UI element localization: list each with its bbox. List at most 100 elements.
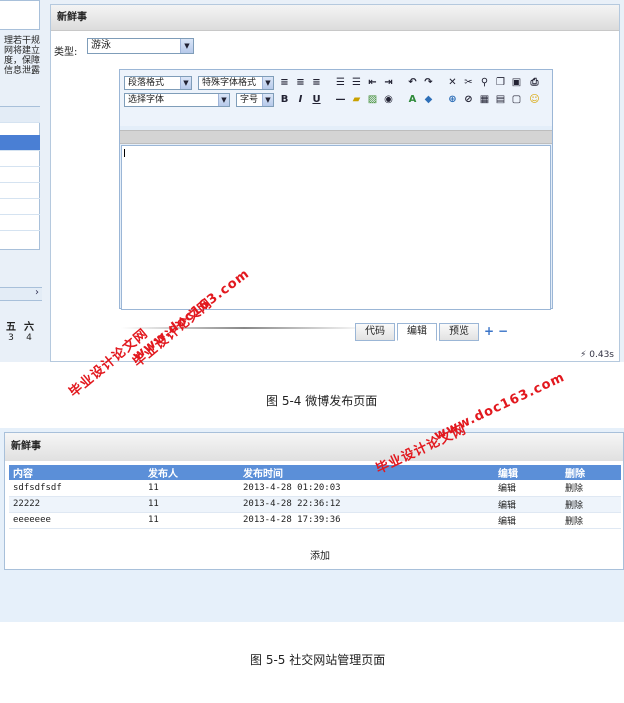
- bullet-list-icon[interactable]: ☰: [334, 76, 347, 89]
- editor-toolbar: 段落格式 ▼ 特殊字体格式 ▼ ≡ ≡ ≡ ☰ ☰ ⇤ ⇥ ↶ ↷ ✕ ✂ ⚲: [120, 70, 552, 126]
- sidebar-item[interactable]: [0, 167, 40, 183]
- redo-icon[interactable]: ↷: [422, 76, 435, 89]
- sidebar-list-header: [0, 107, 40, 123]
- paragraph-format-value: 段落格式: [128, 78, 165, 88]
- print-icon[interactable]: ⎙: [528, 76, 541, 89]
- table-row: sdfsdfsdf 11 2013-4-28 01:20:03 编辑 删除: [9, 480, 621, 497]
- column-header: 编辑: [494, 465, 561, 480]
- font-family-value: 选择字体: [128, 95, 165, 105]
- edit-link[interactable]: 编辑: [494, 496, 561, 513]
- layer-icon[interactable]: ▤: [494, 93, 507, 106]
- collapse-icon[interactable]: −: [497, 325, 509, 337]
- news-management-panel: 新鲜事 内容 发布人 发布时间 编辑 删除 sdfsdfsdf 11 2013-…: [4, 432, 624, 570]
- column-header: 内容: [9, 465, 144, 480]
- editor-text-area[interactable]: [121, 145, 551, 310]
- media-icon[interactable]: ◉: [382, 93, 395, 106]
- calendar-date[interactable]: 3: [2, 333, 20, 343]
- notice-line: 理若干规: [3, 36, 40, 46]
- outdent-icon[interactable]: ⇤: [366, 76, 379, 89]
- delete-link[interactable]: 删除: [561, 496, 621, 513]
- special-font-select[interactable]: 特殊字体格式 ▼: [198, 76, 274, 90]
- bold-button[interactable]: B: [278, 93, 291, 106]
- sidebar-item[interactable]: [0, 215, 40, 231]
- expand-icon[interactable]: +: [483, 325, 495, 337]
- find-icon[interactable]: ⚲: [478, 76, 491, 89]
- copy-icon[interactable]: ❐: [494, 76, 507, 89]
- text-color-icon[interactable]: A: [406, 93, 419, 106]
- italic-button[interactable]: I: [294, 93, 307, 106]
- delete-link[interactable]: 删除: [561, 512, 621, 529]
- font-family-select[interactable]: 选择字体 ▼: [124, 93, 230, 107]
- figure-caption: 图 5-5 社交网站管理页面: [250, 653, 386, 667]
- notice-line: 度，保障: [3, 56, 40, 66]
- chevron-down-icon[interactable]: ▼: [180, 39, 193, 53]
- cell-author: 11: [144, 480, 239, 497]
- undo-icon[interactable]: ↶: [406, 76, 419, 89]
- cell-author: 11: [144, 512, 239, 529]
- align-center-icon[interactable]: ≡: [294, 76, 307, 89]
- paragraph-format-select[interactable]: 段落格式 ▼: [124, 76, 192, 90]
- image-icon[interactable]: ▨: [366, 93, 379, 106]
- edit-link[interactable]: 编辑: [494, 512, 561, 529]
- sidebar-list: [0, 106, 40, 250]
- text-caret: [124, 149, 125, 157]
- table-row: 22222 11 2013-4-28 22:36:12 编辑 删除: [9, 496, 621, 513]
- chevron-down-icon[interactable]: ▼: [218, 94, 229, 106]
- cell-content: eeeeeee: [9, 512, 144, 529]
- chevron-down-icon[interactable]: ▼: [262, 94, 273, 106]
- tab-preview[interactable]: 预览: [439, 323, 479, 341]
- chevron-down-icon[interactable]: ▼: [262, 77, 273, 89]
- rich-text-editor: 段落格式 ▼ 特殊字体格式 ▼ ≡ ≡ ≡ ☰ ☰ ⇤ ⇥ ↶ ↷ ✕ ✂ ⚲: [119, 69, 553, 310]
- special-char-icon[interactable]: ▢: [510, 93, 523, 106]
- tab-edit[interactable]: 编辑: [397, 323, 437, 341]
- delete-link[interactable]: 删除: [561, 480, 621, 497]
- folder-icon[interactable]: ▰: [350, 93, 363, 106]
- cell-author: 11: [144, 496, 239, 513]
- panel-title: 新鲜事: [5, 433, 623, 461]
- divider: [121, 327, 367, 329]
- weekday-label: 六: [24, 322, 34, 333]
- table-row: eeeeeee 11 2013-4-28 17:39:36 编辑 删除: [9, 512, 621, 529]
- left-sidebar: 理若干规 网将建立 度，保障 信息泄露 › 五六 34: [0, 0, 42, 362]
- indent-icon[interactable]: ⇥: [382, 76, 395, 89]
- cell-time: 2013-4-28 17:39:36: [239, 512, 494, 529]
- special-font-value: 特殊字体格式: [202, 78, 257, 88]
- cell-time: 2013-4-28 22:36:12: [239, 496, 494, 513]
- table-icon[interactable]: ▦: [478, 93, 491, 106]
- sidebar-item[interactable]: [0, 199, 40, 215]
- unlink-icon[interactable]: ⊘: [462, 93, 475, 106]
- link-icon[interactable]: ⊕: [446, 93, 459, 106]
- tab-code[interactable]: 代码: [355, 323, 395, 341]
- figure-admin-page: 新鲜事 内容 发布人 发布时间 编辑 删除 sdfsdfsdf 11 2013-…: [0, 428, 624, 622]
- column-header: 删除: [561, 465, 621, 480]
- emoticon-icon[interactable]: ☺: [528, 93, 541, 106]
- calendar-date[interactable]: 4: [20, 333, 38, 343]
- calendar-dates: 34: [2, 333, 42, 343]
- sidebar-item[interactable]: [0, 183, 40, 199]
- underline-button[interactable]: U: [310, 93, 323, 106]
- sidebar-item-selected[interactable]: [0, 135, 40, 151]
- sidebar-item[interactable]: [0, 151, 40, 167]
- add-button[interactable]: 添加: [310, 547, 330, 562]
- type-select[interactable]: 游泳 ▼: [87, 38, 194, 54]
- edit-link[interactable]: 编辑: [494, 480, 561, 497]
- align-left-icon[interactable]: ≡: [278, 76, 291, 89]
- cut-icon[interactable]: ✂: [462, 76, 475, 89]
- figure-caption: 图 5-4 微博发布页面: [266, 394, 378, 408]
- type-label: 类型:: [54, 47, 78, 58]
- numbered-list-icon[interactable]: ☰: [350, 76, 363, 89]
- calendar-header: ›: [0, 287, 42, 301]
- load-time: ⚡ 0.43s: [580, 350, 614, 360]
- column-header: 发布时间: [239, 465, 494, 480]
- calendar-next-icon[interactable]: ›: [35, 287, 39, 298]
- font-size-value: 字号: [240, 95, 259, 105]
- paste-icon[interactable]: ▣: [510, 76, 523, 89]
- font-size-select[interactable]: 字号 ▼: [236, 93, 274, 107]
- background-color-icon[interactable]: ◆: [422, 93, 435, 106]
- chevron-down-icon[interactable]: ▼: [180, 77, 191, 89]
- horizontal-rule-icon[interactable]: —: [334, 93, 347, 106]
- column-header: 发布人: [144, 465, 239, 480]
- delete-icon[interactable]: ✕: [446, 76, 459, 89]
- sidebar-box-top: [0, 0, 40, 30]
- align-right-icon[interactable]: ≡: [310, 76, 323, 89]
